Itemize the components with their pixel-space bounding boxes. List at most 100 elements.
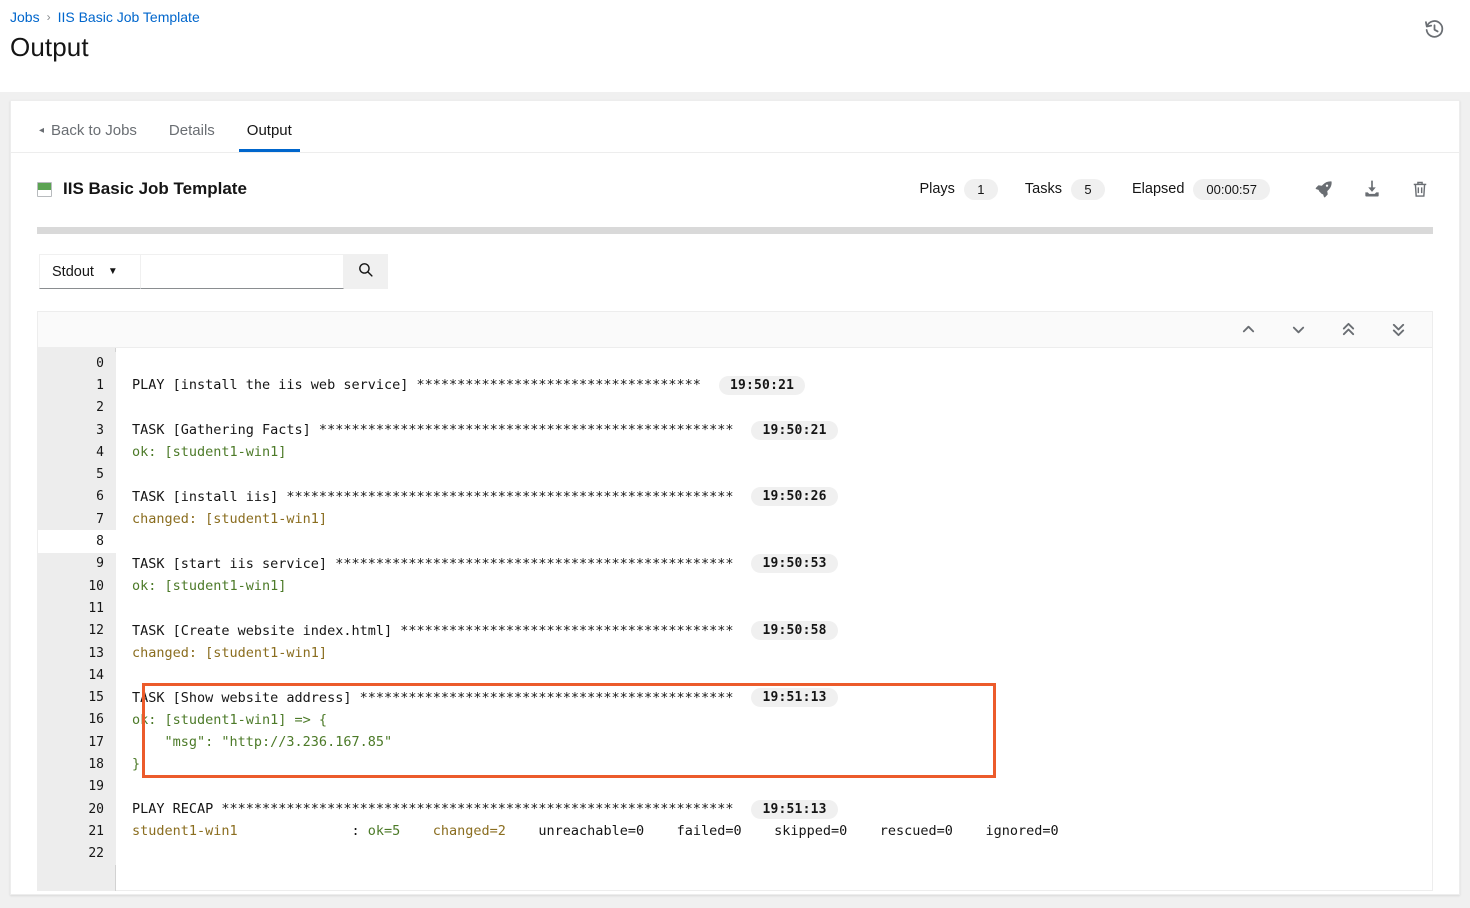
line-segment: TASK [start iis service] ***************… xyxy=(132,555,734,572)
left-caret-icon: ◂ xyxy=(39,124,45,136)
console-line: 20 PLAY RECAP ***************************… xyxy=(38,797,1432,821)
double-chevron-down-icon[interactable] xyxy=(1388,320,1408,340)
line-segment: TASK [Create website index.html] *******… xyxy=(132,622,734,639)
stat-plays: Plays 1 xyxy=(919,178,998,200)
console-line: 2 xyxy=(38,396,1432,419)
console-line: 14 xyxy=(38,664,1432,687)
line-content: TASK [Gathering Facts] *****************… xyxy=(116,420,838,440)
line-segment: : xyxy=(237,823,368,840)
console-line: 19 xyxy=(38,775,1432,798)
line-content: TASK [Create website index.html] *******… xyxy=(116,621,838,641)
job-name: IIS Basic Job Template xyxy=(37,179,247,199)
chevron-up-icon[interactable] xyxy=(1238,320,1258,340)
line-number: 9 xyxy=(38,552,116,575)
search-input[interactable] xyxy=(141,254,344,289)
line-segment: ok=5 xyxy=(367,823,401,840)
tab-details[interactable]: Details xyxy=(153,123,231,152)
line-segment: student1-win1 xyxy=(132,823,238,840)
console-line: 22 xyxy=(38,842,1432,865)
line-content: ok: [student1-win1] xyxy=(116,578,286,594)
line-segment: TASK [Show website address] ************… xyxy=(132,689,734,706)
job-actions xyxy=(1313,178,1431,200)
line-number: 6 xyxy=(38,485,116,509)
line-number: 19 xyxy=(38,775,116,798)
line-segment: unreachable=0 failed=0 skipped=0 rescued… xyxy=(505,823,1059,840)
line-number: 15 xyxy=(38,686,116,709)
tab-output-label: Output xyxy=(246,122,292,139)
line-number: 22 xyxy=(38,842,116,865)
line-number: 20 xyxy=(38,797,116,821)
line-segment: } xyxy=(132,756,141,773)
stat-tasks-label: Tasks xyxy=(1024,181,1062,197)
search-button[interactable] xyxy=(344,254,388,289)
stat-tasks-value: 5 xyxy=(1070,178,1105,200)
line-number: 0 xyxy=(38,352,116,375)
job-stats: Plays 1 Tasks 5 Elapsed 00:00:57 xyxy=(919,178,1431,200)
console-line: 10 ok: [student1-win1] xyxy=(38,574,1432,598)
breadcrumb-link-current[interactable]: IIS Basic Job Template xyxy=(58,8,200,26)
console-line: 3 TASK [Gathering Facts] ****************… xyxy=(38,418,1432,442)
breadcrumb-link-jobs[interactable]: Jobs xyxy=(10,8,40,26)
line-content: PLAY [install the iis web service] *****… xyxy=(116,375,806,395)
line-number: 7 xyxy=(38,508,116,531)
page-title: Output xyxy=(10,32,89,62)
stat-plays-value: 1 xyxy=(963,178,998,200)
console-line: 13 changed: [student1-win1] xyxy=(38,641,1432,665)
line-segment: changed=2 xyxy=(432,823,506,840)
page-head: Jobs › IIS Basic Job Template Output xyxy=(0,0,1470,63)
stat-tasks: Tasks 5 xyxy=(1024,178,1105,200)
console-line: 1 PLAY [install the iis web service] ****… xyxy=(38,374,1432,397)
console-lines: 0 1 PLAY [install the iis web service] ***… xyxy=(38,348,1432,865)
console-line: 18} xyxy=(38,753,1432,776)
console-line: 21 student1-win1 : ok=5 changed=2 unreach… xyxy=(38,820,1432,843)
line-timestamp: 19:50:21 xyxy=(751,420,838,440)
line-content: PLAY RECAP *****************************… xyxy=(116,799,838,819)
line-content: ok: [student1-win1] => { xyxy=(116,712,327,728)
console-line: 4 ok: [student1-win1] xyxy=(38,441,1432,464)
search-icon xyxy=(357,261,374,283)
line-content: TASK [Show website address] ************… xyxy=(116,688,838,708)
double-chevron-up-icon[interactable] xyxy=(1338,320,1358,340)
line-segment: changed: [student1-win1] xyxy=(132,511,328,528)
console-line: 9 TASK [start iis service] **************… xyxy=(38,552,1432,575)
output-type-select[interactable]: Stdout ▼ xyxy=(39,254,141,289)
console-body[interactable]: 0 1 PLAY [install the iis web service] ***… xyxy=(38,348,1432,891)
console-line: 8 xyxy=(38,530,1432,553)
page-header: Jobs › IIS Basic Job Template Output xyxy=(0,0,1470,92)
console-panel: 0 1 PLAY [install the iis web service] ***… xyxy=(37,311,1433,891)
console-line: 15 TASK [Show website address] **********… xyxy=(38,686,1432,709)
console-line: 12 TASK [Create website index.html] *****… xyxy=(38,619,1432,642)
console-line: 16 ok: [student1-win1] => { xyxy=(38,708,1432,732)
trash-icon[interactable] xyxy=(1409,178,1431,200)
download-icon[interactable] xyxy=(1361,178,1383,200)
console-line: 17 "msg": "http://3.236.167.85" xyxy=(38,731,1432,754)
line-number: 12 xyxy=(38,619,116,642)
chevron-down-icon[interactable] xyxy=(1288,320,1308,340)
breadcrumb: Jobs › IIS Basic Job Template xyxy=(10,8,1470,26)
breadcrumb-separator-icon: › xyxy=(46,10,51,24)
line-number: 21 xyxy=(38,820,116,843)
console-line: 11 xyxy=(38,597,1432,620)
line-content: "msg": "http://3.236.167.85" xyxy=(116,734,393,751)
tab-back-to-jobs[interactable]: ◂ Back to Jobs xyxy=(23,123,153,152)
tab-details-label: Details xyxy=(168,122,215,139)
stat-elapsed-value: 00:00:57 xyxy=(1193,178,1270,200)
line-number: 2 xyxy=(38,396,116,419)
history-clock-icon[interactable] xyxy=(1420,15,1448,43)
tab-output[interactable]: Output xyxy=(231,123,308,152)
line-number: 5 xyxy=(38,463,116,486)
line-number: 13 xyxy=(38,641,116,665)
output-card: ◂ Back to Jobs Details Output IIS Basic … xyxy=(10,100,1460,895)
line-content: ok: [student1-win1] xyxy=(116,444,286,460)
line-content: changed: [student1-win1] xyxy=(116,645,327,661)
line-content: TASK [install iis] *********************… xyxy=(116,487,838,507)
line-number: 11 xyxy=(38,597,116,620)
line-segment: "msg": "http://3.236.167.85" xyxy=(132,734,393,751)
rocket-icon[interactable] xyxy=(1313,178,1335,200)
line-timestamp: 19:50:26 xyxy=(751,487,838,507)
line-timestamp: 19:50:21 xyxy=(718,375,806,395)
line-number: 17 xyxy=(38,731,116,754)
line-timestamp: 19:50:58 xyxy=(751,621,838,641)
line-content: } xyxy=(116,756,140,772)
console-toolbar xyxy=(38,312,1432,348)
